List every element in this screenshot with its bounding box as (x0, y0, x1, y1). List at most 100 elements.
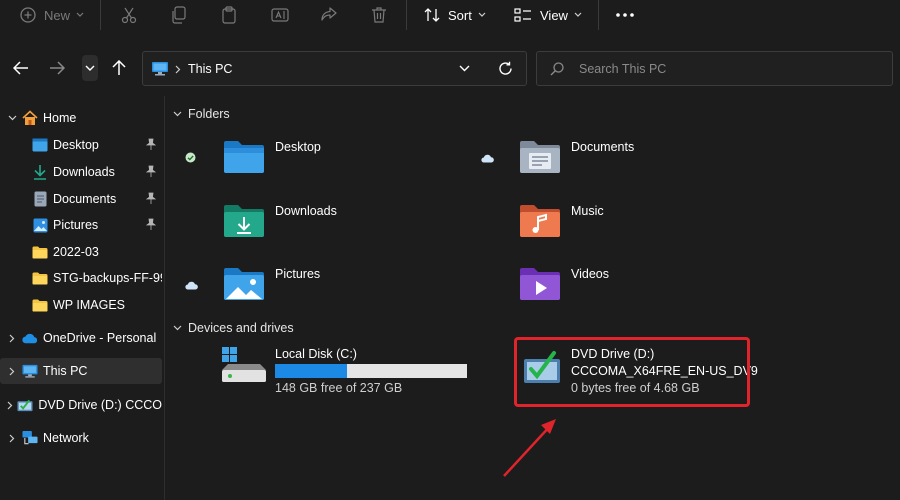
chevron-down-icon[interactable] (6, 115, 18, 121)
more-options-button[interactable] (615, 0, 635, 30)
trash-icon (372, 7, 386, 23)
forward-button[interactable] (45, 55, 69, 81)
back-button[interactable] (9, 55, 33, 81)
section-title: Devices and drives (188, 321, 294, 335)
copy-icon (172, 6, 186, 24)
documents-folder-icon (520, 141, 560, 173)
red-arrow-icon (503, 419, 556, 477)
sidebar-item-label: OneDrive - Personal (43, 331, 157, 345)
sort-button[interactable]: Sort (424, 0, 486, 30)
sidebar-item-desktop[interactable]: Desktop (0, 132, 162, 158)
recent-locations-button[interactable] (82, 55, 98, 81)
local-disk-icon (222, 347, 266, 382)
folder-downloads[interactable]: Downloads (223, 204, 463, 260)
sort-icon (424, 8, 440, 22)
new-button[interactable]: New (20, 0, 84, 30)
plus-circle-icon (20, 7, 36, 23)
sidebar-item-home[interactable]: Home (0, 105, 162, 131)
drive-free-space: 148 GB free of 237 GB (275, 381, 403, 395)
refresh-icon[interactable] (498, 61, 513, 76)
cloud-status-icon (185, 279, 198, 293)
sidebar-item-label: Home (43, 111, 77, 125)
sidebar-item-downloads[interactable]: Downloads (0, 159, 162, 185)
sidebar-item-label: Documents (53, 192, 117, 206)
sidebar-item-label: This PC (43, 364, 88, 378)
search-input[interactable]: Search This PC (536, 51, 893, 86)
rename-button[interactable] (271, 0, 289, 30)
sidebar-item-label: DVD Drive (D:) CCCO (38, 398, 162, 412)
delete-button[interactable] (371, 0, 387, 30)
sidebar-item-label: Downloads (53, 165, 115, 179)
share-icon (321, 7, 337, 21)
sidebar-item-label: Desktop (53, 138, 99, 152)
chevron-down-icon (574, 12, 582, 17)
folder-pictures[interactable]: Pictures (223, 267, 463, 323)
share-button[interactable] (320, 0, 338, 30)
desktop-folder-icon (224, 141, 264, 173)
sidebar-item-onedrive[interactable]: OneDrive - Personal (0, 325, 162, 351)
sidebar-item-label: Pictures (53, 218, 99, 232)
folder-icon (32, 297, 48, 313)
sidebar-item-network[interactable]: Network (0, 425, 162, 451)
rename-icon (271, 8, 289, 22)
address-bar[interactable]: This PC (142, 51, 527, 86)
sidebar-item-documents[interactable]: Documents (0, 186, 162, 212)
folder-music[interactable]: Music (519, 204, 759, 260)
view-button[interactable]: View (514, 0, 582, 30)
sidebar-item-label: WP IMAGES (53, 298, 126, 312)
sidebar-item-2022-03[interactable]: 2022-03 (0, 239, 162, 265)
folders-section-header[interactable]: Folders (173, 107, 230, 121)
drives-section-header[interactable]: Devices and drives (173, 321, 294, 335)
search-placeholder: Search This PC (579, 62, 667, 76)
folder-videos[interactable]: Videos (519, 267, 759, 323)
sidebar-item-wp-images[interactable]: WP IMAGES (0, 292, 162, 318)
folder-name: Documents (571, 140, 635, 154)
chevron-right-icon[interactable] (6, 434, 18, 443)
folder-name: Pictures (275, 267, 321, 281)
sidebar-item-stg-backups[interactable]: STG-backups-FF-99... (0, 265, 162, 291)
cloud-status-icon (481, 152, 494, 166)
chevron-down-icon (173, 111, 182, 117)
pin-icon (145, 165, 157, 180)
disk-usage-bar (275, 364, 467, 378)
chevron-down-icon (76, 12, 84, 17)
pictures-folder-icon (224, 268, 264, 300)
music-folder-icon (520, 205, 560, 237)
downloads-folder-icon (224, 205, 264, 237)
chevron-right-icon[interactable] (6, 401, 13, 410)
chevron-right-icon[interactable] (6, 367, 18, 376)
scissors-icon (121, 7, 137, 24)
drive-local-disk-c[interactable]: Local Disk (C:) 148 GB free of 237 GB (220, 346, 480, 402)
document-icon (32, 191, 48, 207)
sort-label: Sort (448, 7, 472, 23)
view-list-icon (514, 8, 531, 22)
folder-desktop[interactable]: Desktop (223, 140, 463, 196)
chevron-down-icon[interactable] (459, 65, 470, 72)
more-icon (616, 13, 634, 17)
folder-name: Downloads (275, 204, 337, 218)
address-path: This PC (188, 62, 233, 76)
this-pc-icon (152, 62, 168, 76)
synced-status-icon (185, 152, 196, 166)
download-icon (32, 164, 48, 180)
clipboard-icon (222, 6, 236, 24)
drive-name: Local Disk (C:) (275, 347, 357, 361)
sidebar-item-pictures[interactable]: Pictures (0, 212, 162, 238)
chevron-down-icon (173, 325, 182, 331)
sidebar-item-this-pc[interactable]: This PC (0, 358, 162, 384)
command-bar: New Sort View (0, 0, 900, 30)
up-button[interactable] (107, 55, 131, 81)
folder-name: Music (571, 204, 604, 218)
toolbar-divider (406, 0, 407, 30)
desktop-icon (32, 137, 48, 153)
disk-usage-fill (275, 364, 348, 378)
sidebar-item-dvd-drive[interactable]: DVD Drive (D:) CCCO (0, 392, 162, 418)
chevron-right-icon[interactable] (6, 334, 18, 343)
folder-documents[interactable]: Documents (519, 140, 759, 196)
paste-button[interactable] (221, 0, 237, 30)
arrow-right-icon (50, 61, 65, 75)
search-icon (550, 62, 564, 76)
copy-button[interactable] (171, 0, 187, 30)
cut-button[interactable] (120, 0, 138, 30)
toolbar-divider (598, 0, 599, 30)
